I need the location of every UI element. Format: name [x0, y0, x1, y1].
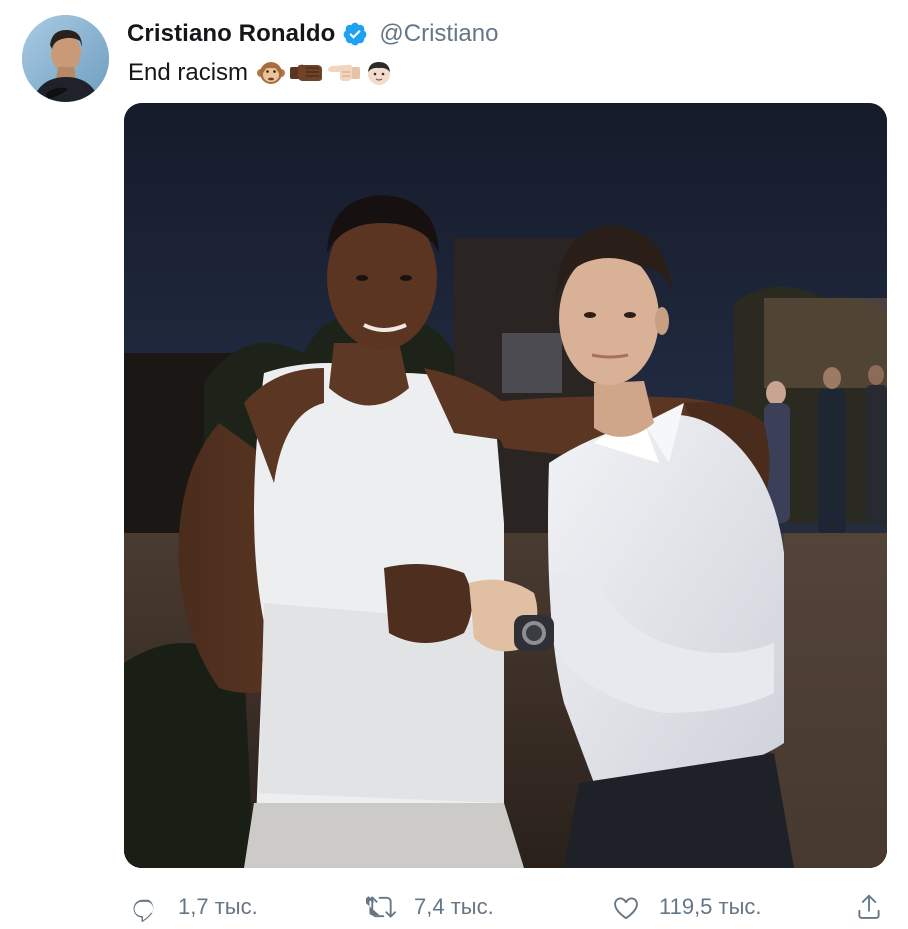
- fist-bump-dark-emoji-icon: [290, 64, 323, 81]
- share-icon: [854, 892, 884, 922]
- author-line: Cristiano Ronaldo @Cristiano: [127, 17, 498, 51]
- like-button[interactable]: 119,5 тыс.: [611, 885, 762, 929]
- tweet-actions: 1,7 тыс. 7,4 тыс. 119,5 тыс.: [0, 885, 908, 929]
- photo-image: [124, 103, 887, 868]
- heart-icon: [611, 892, 641, 922]
- avatar-image: [22, 15, 109, 102]
- reply-button[interactable]: 1,7 тыс.: [130, 885, 258, 929]
- retweet-button[interactable]: 7,4 тыс.: [366, 885, 494, 929]
- author-avatar[interactable]: [22, 15, 109, 102]
- tweet-emoji-row: [256, 58, 394, 88]
- like-count: 119,5 тыс.: [659, 894, 762, 919]
- verified-badge-icon: [342, 21, 368, 47]
- pointing-hand-light-emoji-icon: [328, 64, 361, 81]
- tweet-text-body: End racism: [128, 59, 249, 86]
- reply-count: 1,7 тыс.: [178, 894, 258, 919]
- tweet-photo[interactable]: [124, 103, 887, 868]
- boy-face-emoji-icon: [368, 62, 391, 85]
- retweet-count: 7,4 тыс.: [414, 894, 494, 919]
- reply-icon: [130, 892, 160, 922]
- retweet-icon: [366, 892, 396, 922]
- monkey-face-emoji-icon: [257, 62, 286, 84]
- author-handle[interactable]: @Cristiano: [379, 20, 498, 48]
- tweet-text: End racism: [128, 56, 394, 90]
- author-display-name[interactable]: Cristiano Ronaldo: [127, 20, 335, 48]
- share-button[interactable]: [854, 885, 884, 929]
